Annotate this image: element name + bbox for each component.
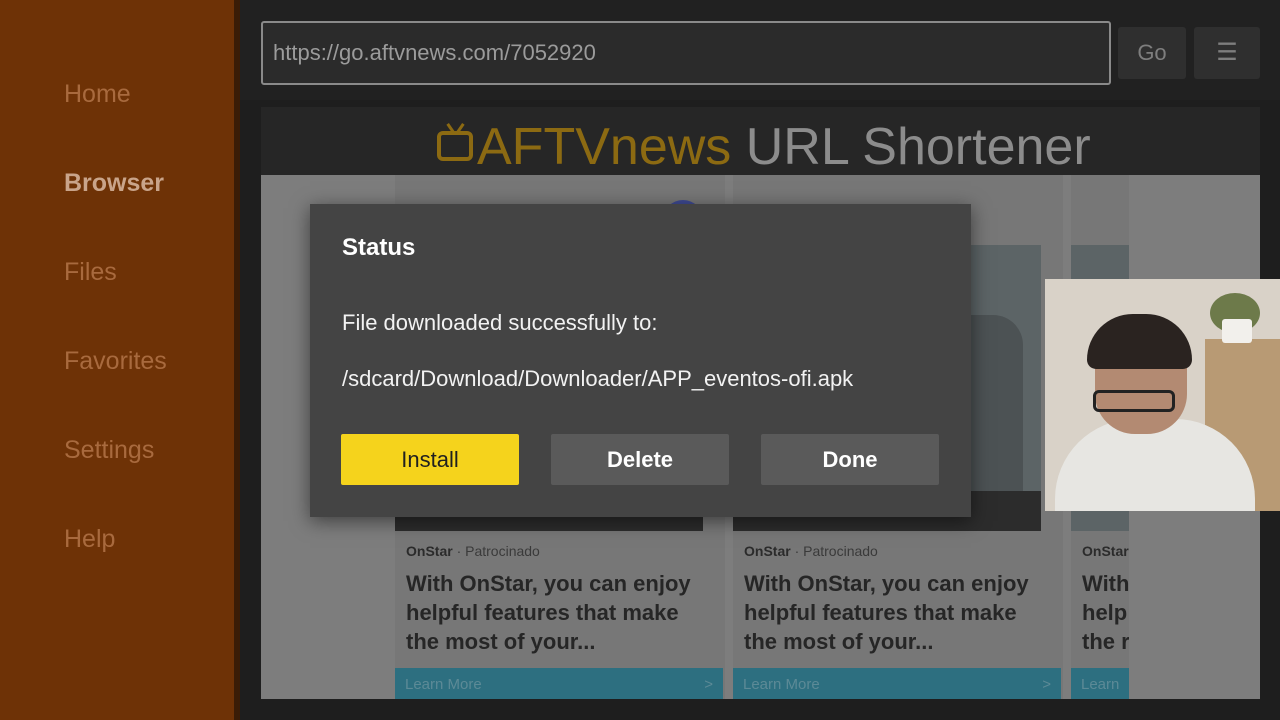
advertiser-name: OnStar [744,543,791,559]
learn-more-label: Learn [1081,676,1120,693]
dialog-title: Status [342,234,416,261]
sidebar: Home Browser Files Favorites Settings He… [0,0,240,720]
sidebar-item-help[interactable]: Help [64,525,115,554]
webcam-overlay [1045,279,1280,511]
ad-headline: With OnStar, you can enjoy helpful featu… [406,571,691,654]
download-path: /sdcard/Download/Downloader/APP_eventos-… [342,366,854,391]
sidebar-item-files[interactable]: Files [64,258,117,287]
sidebar-item-browser[interactable]: Browser [64,169,164,198]
learn-more-label: Learn More [743,676,820,693]
delete-button[interactable]: Delete [551,434,729,485]
sponsored-label: · Patrocinado [790,543,878,559]
hamburger-menu-icon: ☰ [1216,39,1238,66]
sidebar-item-favorites[interactable]: Favorites [64,347,167,376]
site-logo: AFTVnews URL Shortener [437,117,1091,177]
sidebar-item-settings[interactable]: Settings [64,436,154,465]
dialog-message: File downloaded successfully to: [342,310,658,335]
brand-subtitle: URL Shortener [731,118,1091,176]
chevron-right-icon: > [1042,676,1051,693]
tv-icon [437,131,473,162]
brand-name: AFTVnews [477,118,732,176]
url-input[interactable]: https://go.aftvnews.com/7052920 [261,21,1111,85]
advertiser-name: OnStar [406,543,453,559]
learn-more-button[interactable]: Learn More > [395,668,723,699]
advertiser-name: OnStar [1082,543,1129,559]
sponsored-label: · Patrocinado [452,543,540,559]
chevron-right-icon: > [704,676,713,693]
site-banner: AFTVnews URL Shortener [261,107,1260,177]
learn-more-label: Learn More [405,676,482,693]
ad-sponsor: OnStar · Patrocinado [744,543,878,559]
ad-headline: With help the r [1082,571,1129,654]
ad-headline: With OnStar, you can enjoy helpful featu… [744,571,1029,654]
status-dialog: Status File downloaded successfully to: … [310,204,971,517]
sidebar-item-home[interactable]: Home [64,80,131,109]
go-button[interactable]: Go [1118,27,1186,79]
done-button[interactable]: Done [761,434,939,485]
ad-sponsor: OnStar [1082,543,1129,559]
install-button[interactable]: Install [341,434,519,485]
learn-more-button[interactable]: Learn More > [733,668,1061,699]
ad-sponsor: OnStar · Patrocinado [406,543,540,559]
learn-more-button[interactable]: Learn [1071,668,1129,699]
menu-button[interactable]: ☰ [1194,27,1260,79]
